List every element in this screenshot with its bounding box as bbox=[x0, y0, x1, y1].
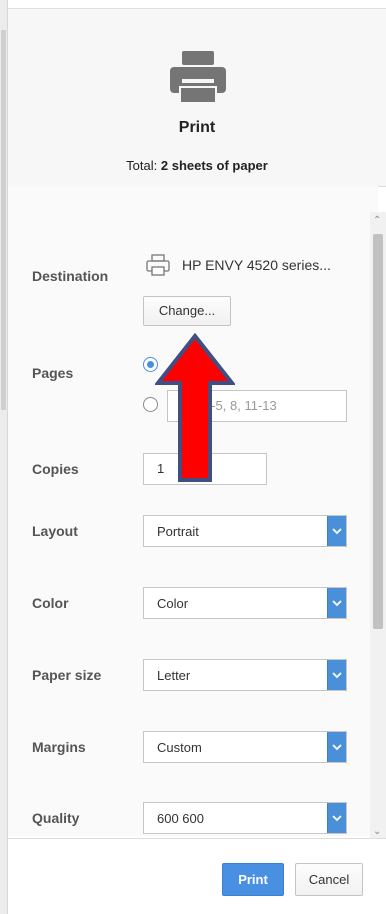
margins-select[interactable]: Custom bbox=[143, 731, 347, 763]
sheet-total-value: 2 sheets of paper bbox=[160, 158, 268, 173]
layout-select-value: Portrait bbox=[157, 524, 199, 539]
scroll-up-icon[interactable]: ⌃ bbox=[373, 215, 381, 226]
print-header: Print Total: 2 sheets of paper bbox=[8, 8, 386, 187]
margins-select-value: Custom bbox=[157, 740, 202, 755]
settings-panel: Destination HP ENVY 4520 series... Chang… bbox=[8, 186, 378, 836]
sheet-total: Total: 2 sheets of paper bbox=[8, 158, 386, 173]
scroll-down-icon[interactable]: ⌄ bbox=[373, 826, 381, 837]
quality-label: Quality bbox=[32, 810, 80, 826]
change-destination-button[interactable]: Change... bbox=[143, 296, 231, 326]
printer-icon bbox=[170, 51, 226, 104]
copies-label: Copies bbox=[32, 461, 79, 477]
print-dialog: Print Total: 2 sheets of paper Destinati… bbox=[0, 0, 386, 914]
left-scrollbar[interactable] bbox=[0, 0, 8, 914]
margins-label: Margins bbox=[32, 739, 86, 755]
pages-label: Pages bbox=[32, 365, 74, 381]
cancel-button[interactable]: Cancel bbox=[295, 863, 363, 896]
color-select-value: Color bbox=[157, 596, 189, 611]
chevron-down-icon[interactable] bbox=[327, 588, 346, 618]
chevron-down-icon[interactable] bbox=[327, 732, 346, 762]
color-select[interactable]: Color bbox=[143, 587, 347, 619]
quality-select-value: 600 600 bbox=[157, 811, 204, 826]
settings-scrollbar[interactable]: ⌃ ⌄ bbox=[370, 212, 386, 840]
destination-printer-name: HP ENVY 4520 series... bbox=[182, 257, 331, 273]
paper-size-select-value: Letter bbox=[157, 668, 191, 683]
annotation-arrow-icon bbox=[155, 333, 235, 482]
color-label: Color bbox=[32, 595, 69, 611]
paper-size-select[interactable]: Letter bbox=[143, 659, 347, 691]
printer-icon bbox=[146, 254, 170, 276]
chevron-down-icon[interactable] bbox=[327, 803, 346, 833]
chevron-down-icon[interactable] bbox=[327, 660, 346, 690]
left-scrollbar-thumb[interactable] bbox=[1, 30, 6, 410]
paper-size-label: Paper size bbox=[32, 667, 102, 683]
quality-select[interactable]: 600 600 bbox=[143, 802, 347, 834]
destination-label: Destination bbox=[32, 268, 109, 284]
settings-scrollbar-thumb[interactable] bbox=[373, 234, 383, 629]
print-button[interactable]: Print bbox=[222, 863, 284, 896]
dialog-footer: Print Cancel bbox=[8, 838, 386, 914]
layout-label: Layout bbox=[32, 523, 78, 539]
chevron-down-icon[interactable] bbox=[327, 516, 346, 546]
layout-select[interactable]: Portrait bbox=[143, 515, 347, 547]
dialog-title: Print bbox=[178, 119, 216, 136]
sheet-total-prefix: Total: bbox=[126, 158, 158, 173]
